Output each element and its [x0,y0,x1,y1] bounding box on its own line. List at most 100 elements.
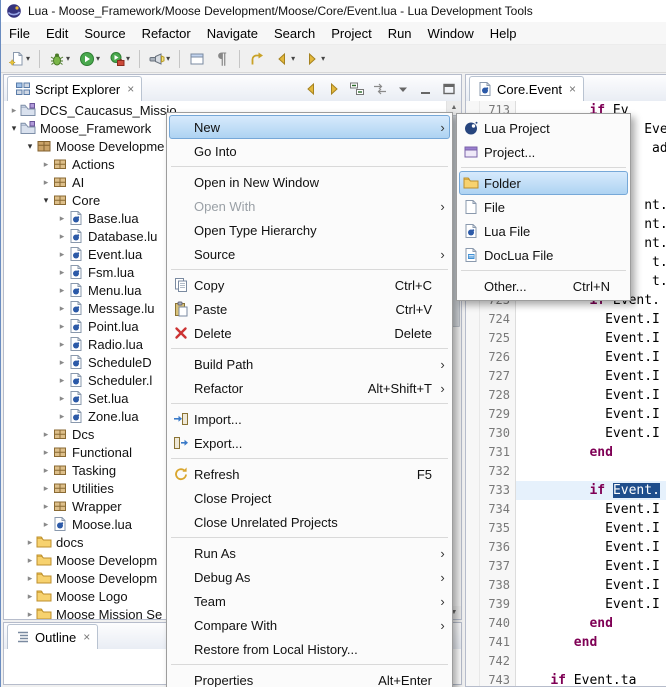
expand-arrow-icon[interactable]: ▸ [40,159,52,170]
tab-core-event[interactable]: Core.Event × [469,76,584,101]
context-menu-item-refresh[interactable]: RefreshF5 [169,462,450,486]
expand-arrow-icon[interactable]: ▸ [24,573,36,584]
panel-view-menu-button[interactable] [392,78,413,99]
menubar-item-refactor[interactable]: Refactor [134,24,199,43]
expand-arrow-icon[interactable]: ▸ [24,537,36,548]
expand-arrow-icon[interactable]: ▸ [56,285,68,296]
expand-arrow-icon[interactable]: ▸ [56,267,68,278]
code-text[interactable]: Event.I [516,538,666,557]
expand-arrow-icon[interactable]: ▸ [56,375,68,386]
context-menu-item-import[interactable]: Import... [169,407,450,431]
toolbar-show-whitespace-button[interactable]: ¶ [210,47,234,71]
context-menu-item-export[interactable]: Export... [169,431,450,455]
code-text[interactable]: end [516,633,666,652]
context-menu-item-source[interactable]: Source› [169,242,450,266]
context-menu-item-copy[interactable]: CopyCtrl+C [169,273,450,297]
panel-collapse-all-button[interactable] [346,78,367,99]
expand-arrow-icon[interactable]: ▸ [56,303,68,314]
code-text[interactable]: if Event.ta [516,671,666,686]
code-text[interactable]: Event.I [516,576,666,595]
toolbar-last-edit-location-button[interactable] [245,47,269,71]
tab-script-explorer[interactable]: Script Explorer × [7,76,142,101]
context-menu-item-open-type-hierarchy[interactable]: Open Type Hierarchy [169,218,450,242]
menubar-item-search[interactable]: Search [266,24,323,43]
panel-maximize-button[interactable] [438,78,459,99]
expand-arrow-icon[interactable]: ▸ [24,609,36,620]
code-text[interactable] [516,652,666,671]
expand-arrow-icon[interactable]: ▸ [24,591,36,602]
code-text[interactable]: Event.I [516,405,666,424]
collapse-arrow-icon[interactable]: ▾ [24,141,36,152]
close-icon[interactable]: × [569,82,576,96]
context-menu-item-debug-as[interactable]: Debug As› [169,565,450,589]
new-submenu-item-other[interactable]: Other...Ctrl+N [459,274,628,298]
menubar-item-run[interactable]: Run [380,24,420,43]
context-menu-item-close-unrelated-projects[interactable]: Close Unrelated Projects [169,510,450,534]
expand-arrow-icon[interactable]: ▸ [40,519,52,530]
toolbar-open-editor-window-button[interactable] [185,47,209,71]
expand-arrow-icon[interactable]: ▸ [24,555,36,566]
code-text[interactable]: Event.I [516,519,666,538]
context-menu-item-paste[interactable]: PasteCtrl+V [169,297,450,321]
code-text[interactable]: end [516,614,666,633]
expand-arrow-icon[interactable]: ▸ [40,429,52,440]
toolbar-external-tools-button[interactable]: ▾ [105,47,134,71]
context-menu-item-delete[interactable]: DeleteDelete [169,321,450,345]
context-menu-item-open-with[interactable]: Open With› [169,194,450,218]
expand-arrow-icon[interactable]: ▸ [56,411,68,422]
close-icon[interactable]: × [83,630,90,644]
expand-arrow-icon[interactable]: ▸ [40,177,52,188]
toolbar-debug-button[interactable]: ▾ [45,47,74,71]
menubar-item-window[interactable]: Window [420,24,482,43]
panel-link-with-editor-button[interactable] [369,78,390,99]
code-text[interactable]: Event.I [516,557,666,576]
expand-arrow-icon[interactable]: ▸ [56,339,68,350]
code-text[interactable]: Event.I [516,386,666,405]
code-text[interactable]: Event.I [516,329,666,348]
code-text[interactable]: Event.I [516,500,666,519]
expand-arrow-icon[interactable]: ▸ [40,501,52,512]
code-text[interactable]: Event.I [516,424,666,443]
context-menu-item-refactor[interactable]: RefactorAlt+Shift+T› [169,376,450,400]
context-menu-item-build-path[interactable]: Build Path› [169,352,450,376]
context-menu-item-open-in-new-window[interactable]: Open in New Window [169,170,450,194]
expand-arrow-icon[interactable]: ▸ [56,393,68,404]
code-text[interactable]: end [516,443,666,462]
menubar-item-project[interactable]: Project [323,24,379,43]
new-submenu-item-project[interactable]: Project... [459,140,628,164]
toolbar-new-wizard-button[interactable]: ▾ [5,47,34,71]
expand-arrow-icon[interactable]: ▸ [56,231,68,242]
expand-arrow-icon[interactable]: ▸ [56,321,68,332]
panel-minimize-button[interactable] [415,78,436,99]
expand-arrow-icon[interactable]: ▸ [40,447,52,458]
panel-forward-button[interactable] [323,78,344,99]
expand-arrow-icon[interactable]: ▸ [56,213,68,224]
code-text[interactable]: Event.I [516,310,666,329]
menubar-item-file[interactable]: File [1,24,38,43]
context-menu-item-new[interactable]: New› [169,115,450,139]
new-submenu-item-folder[interactable]: Folder [459,171,628,195]
context-menu-item-run-as[interactable]: Run As› [169,541,450,565]
toolbar-run-button[interactable]: ▾ [75,47,104,71]
new-submenu-item-file[interactable]: File [459,195,628,219]
code-text[interactable] [516,462,666,481]
context-menu-item-team[interactable]: Team› [169,589,450,613]
code-text[interactable]: Event.I [516,367,666,386]
expand-arrow-icon[interactable]: ▸ [40,483,52,494]
code-text[interactable]: if Event. [516,481,666,500]
new-submenu-item-lua-project[interactable]: Lua Project [459,116,628,140]
toolbar-search-button[interactable]: ▾ [145,47,174,71]
toolbar-back-button[interactable]: ▾ [270,47,299,71]
close-icon[interactable]: × [127,82,134,96]
context-menu-item-go-into[interactable]: Go Into [169,139,450,163]
expand-arrow-icon[interactable]: ▸ [40,465,52,476]
menubar-item-source[interactable]: Source [76,24,133,43]
menubar-item-help[interactable]: Help [482,24,525,43]
context-menu-item-restore-from-local-history[interactable]: Restore from Local History... [169,637,450,661]
collapse-arrow-icon[interactable]: ▾ [8,123,20,134]
context-menu-item-properties[interactable]: PropertiesAlt+Enter [169,668,450,687]
menubar-item-navigate[interactable]: Navigate [199,24,266,43]
expand-arrow-icon[interactable]: ▸ [56,249,68,260]
context-menu-item-compare-with[interactable]: Compare With› [169,613,450,637]
new-submenu-item-lua-file[interactable]: Lua File [459,219,628,243]
